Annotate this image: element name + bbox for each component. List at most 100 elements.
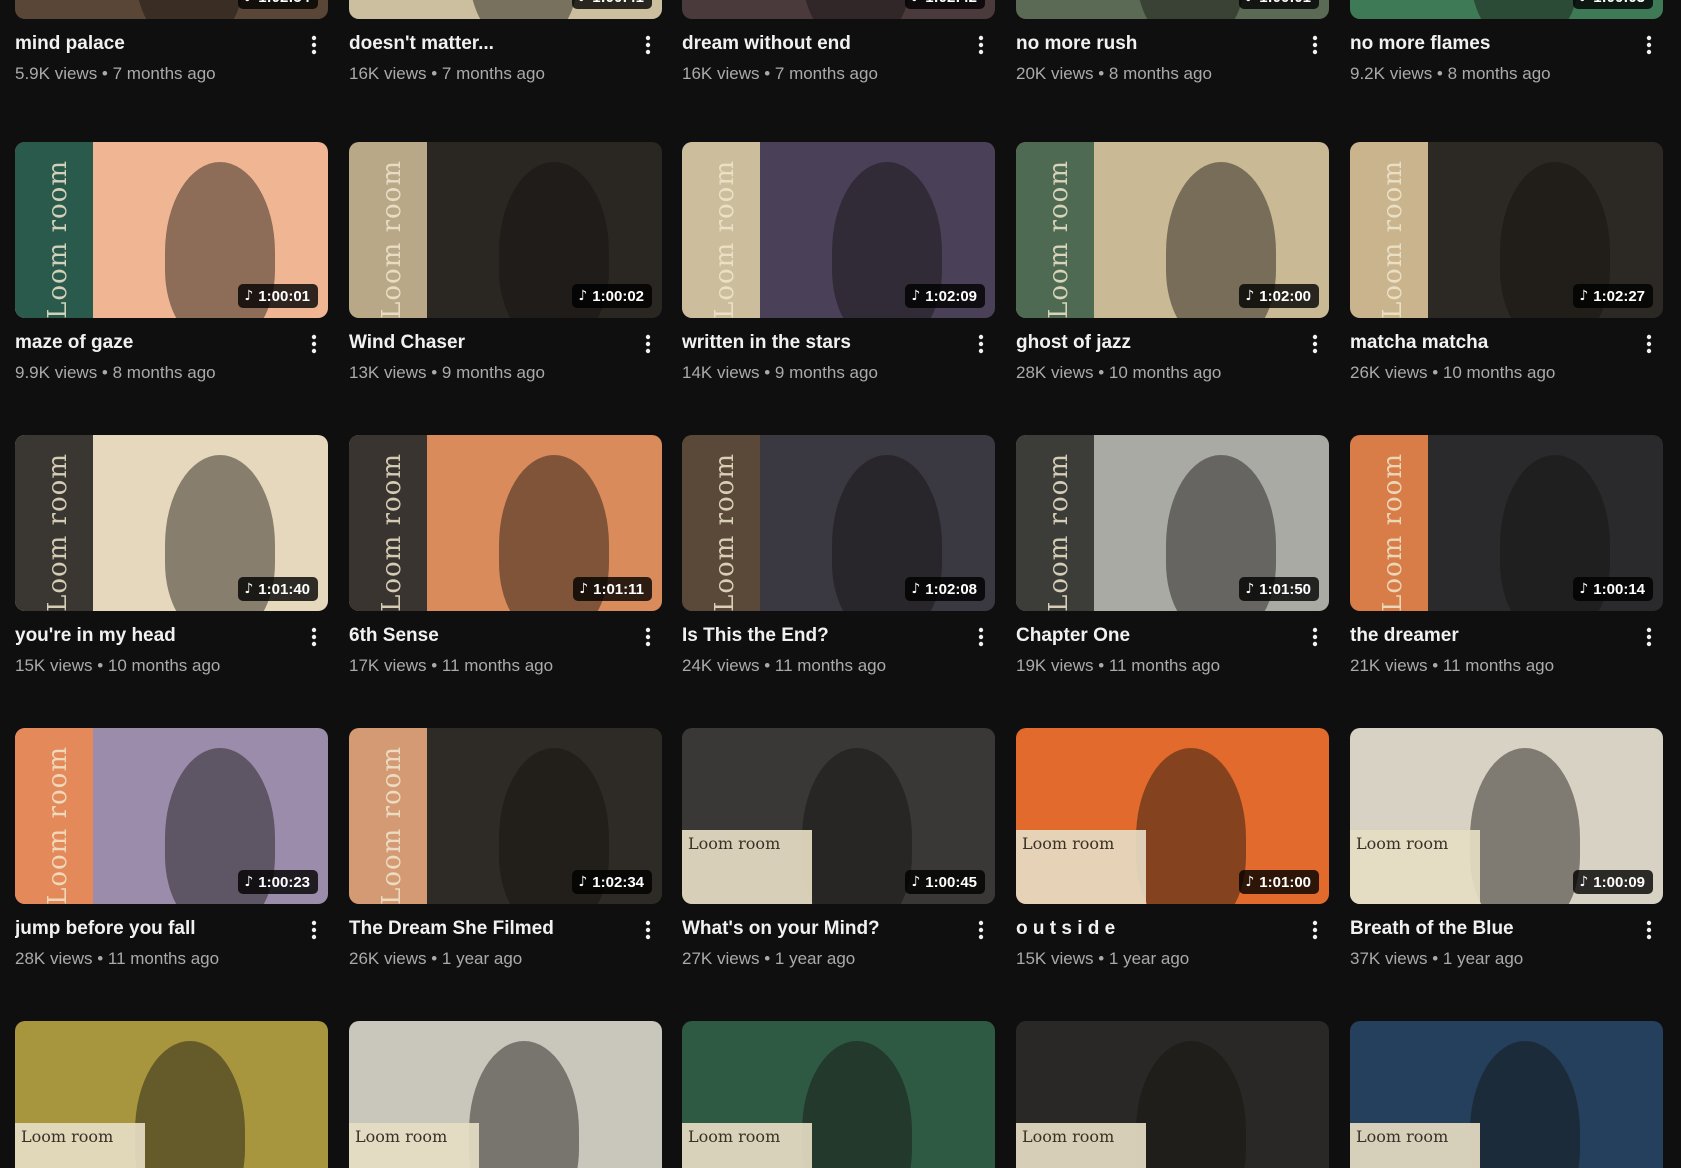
video-thumbnail[interactable]: Loom room ♪ 1:01:40 (15, 435, 328, 611)
duration-text: 1:00:41 (592, 0, 644, 6)
video-thumbnail[interactable]: Loom room ♪ 1:00:02 (349, 142, 662, 318)
more-vert-icon[interactable] (302, 33, 326, 57)
video-details: Chapter One 19K views • 11 months ago (1016, 611, 1329, 677)
more-vert-icon[interactable] (636, 332, 660, 356)
duration-text: 1:01:40 (258, 580, 310, 598)
video-title[interactable]: doesn't matter... (349, 31, 626, 57)
thumbnail-artwork: Loom room (1016, 1021, 1329, 1168)
more-vert-icon[interactable] (969, 332, 993, 356)
more-vert-icon[interactable] (969, 625, 993, 649)
video-thumbnail[interactable]: Loom room ♪ 1:01:11 (349, 435, 662, 611)
video-thumbnail[interactable]: Loom room ♪ 1:02:34 (349, 728, 662, 904)
music-note-icon: ♪ (244, 874, 254, 890)
video-thumbnail[interactable]: Loom room ♪ 1:00:14 (1350, 435, 1663, 611)
thumbnail-artwork: Loom room (1350, 1021, 1663, 1168)
view-count: 24K views (682, 656, 760, 675)
video-thumbnail[interactable]: Loom room ♪ 1:02:09 (682, 142, 995, 318)
video-thumbnail[interactable]: Loom room (1016, 1021, 1329, 1168)
video-card: Loom room ♪ 1:00:23 jump before you fall 28K… (15, 728, 328, 970)
more-vert-icon[interactable] (1303, 625, 1327, 649)
music-note-icon: ♪ (578, 288, 588, 304)
video-thumbnail[interactable]: Loom room ♪ 1:02:08 (682, 435, 995, 611)
video-card: ♪ 1:02:54 mind palace 5.9K views • 7 months… (15, 0, 328, 85)
more-vert-icon[interactable] (302, 332, 326, 356)
thumbnail-spine: Loom room (15, 435, 93, 611)
video-stats: 16K views • 7 months ago (682, 63, 995, 85)
video-title[interactable]: What's on your Mind? (682, 916, 959, 942)
more-vert-icon[interactable] (1637, 33, 1661, 57)
video-title[interactable]: maze of gaze (15, 330, 292, 356)
video-title[interactable]: The Dream She Filmed (349, 916, 626, 942)
video-thumbnail[interactable]: Loom room (349, 1021, 662, 1168)
spine-brand-text: Loom room (377, 746, 407, 904)
video-thumbnail[interactable]: Loom room ♪ 1:01:00 (1016, 728, 1329, 904)
video-thumbnail[interactable]: Loom room ♪ 1:00:45 (682, 728, 995, 904)
video-card: ♪ 1:02:42 dream without end 16K views • 7 m… (682, 0, 995, 85)
more-vert-icon[interactable] (1637, 918, 1661, 942)
video-title[interactable]: mind palace (15, 31, 292, 57)
more-vert-icon[interactable] (302, 625, 326, 649)
video-details: maze of gaze 9.9K views • 8 months ago (15, 318, 328, 384)
brand-label-text: Loom room (355, 1127, 448, 1146)
video-thumbnail[interactable]: Loom room (15, 1021, 328, 1168)
video-title[interactable]: no more flames (1350, 31, 1627, 57)
video-thumbnail[interactable]: ♪ 1:00:41 (349, 0, 662, 19)
duration-badge: ♪ 1:01:40 (238, 577, 318, 601)
video-thumbnail[interactable]: Loom room ♪ 1:00:09 (1350, 728, 1663, 904)
video-title[interactable]: Chapter One (1016, 623, 1293, 649)
video-title[interactable]: Is This the End? (682, 623, 959, 649)
video-thumbnail[interactable]: ♪ 1:00:03 (1350, 0, 1663, 19)
spine-brand-text: Loom room (710, 453, 740, 611)
brand-label-text: Loom room (21, 1127, 114, 1146)
duration-badge: ♪ 1:02:09 (905, 284, 985, 308)
duration-text: 1:00:09 (1593, 873, 1645, 891)
more-vert-icon[interactable] (969, 918, 993, 942)
video-card: Loom room (1016, 1021, 1329, 1168)
video-card: ♪ 1:00:41 doesn't matter... 16K views • 7 m… (349, 0, 662, 85)
video-details: jump before you fall 28K views • 11 month… (15, 904, 328, 970)
more-vert-icon[interactable] (1303, 33, 1327, 57)
video-title[interactable]: Breath of the Blue (1350, 916, 1627, 942)
more-vert-icon[interactable] (636, 625, 660, 649)
video-stats: 17K views • 11 months ago (349, 655, 662, 677)
video-title[interactable]: dream without end (682, 31, 959, 57)
video-thumbnail[interactable]: Loom room ♪ 1:00:23 (15, 728, 328, 904)
upload-age: 11 months ago (441, 656, 554, 675)
more-vert-icon[interactable] (1303, 332, 1327, 356)
video-title[interactable]: jump before you fall (15, 916, 292, 942)
video-details: 6th Sense 17K views • 11 months ago (349, 611, 662, 677)
video-thumbnail[interactable]: ♪ 1:02:42 (682, 0, 995, 19)
video-thumbnail[interactable]: Loom room (682, 1021, 995, 1168)
duration-text: 1:01:11 (593, 580, 644, 598)
video-thumbnail[interactable]: Loom room (1350, 1021, 1663, 1168)
video-title[interactable]: no more rush (1016, 31, 1293, 57)
video-thumbnail[interactable]: Loom room ♪ 1:01:50 (1016, 435, 1329, 611)
more-vert-icon[interactable] (1637, 625, 1661, 649)
brand-label-text: Loom room (688, 834, 781, 853)
video-title[interactable]: you're in my head (15, 623, 292, 649)
video-title[interactable]: Wind Chaser (349, 330, 626, 356)
more-vert-icon[interactable] (302, 918, 326, 942)
more-vert-icon[interactable] (1637, 332, 1661, 356)
video-title[interactable]: o u t s i d e (1016, 916, 1293, 942)
video-title[interactable]: ghost of jazz (1016, 330, 1293, 356)
more-vert-icon[interactable] (1303, 918, 1327, 942)
video-title[interactable]: matcha matcha (1350, 330, 1627, 356)
more-vert-icon[interactable] (636, 918, 660, 942)
more-vert-icon[interactable] (636, 33, 660, 57)
video-title[interactable]: the dreamer (1350, 623, 1627, 649)
illustrated-figure (469, 1041, 579, 1168)
video-thumbnail[interactable]: Loom room ♪ 1:02:00 (1016, 142, 1329, 318)
video-thumbnail[interactable]: Loom room ♪ 1:02:27 (1350, 142, 1663, 318)
separator-dot: • (759, 64, 775, 83)
video-thumbnail[interactable]: ♪ 1:02:54 (15, 0, 328, 19)
more-vert-icon[interactable] (969, 33, 993, 57)
duration-text: 1:02:08 (925, 580, 977, 598)
video-card: Loom room ♪ 1:02:00 ghost of jazz 28K views … (1016, 142, 1329, 384)
video-card: Loom room ♪ 1:01:40 you're in my head 15K vi… (15, 435, 328, 677)
separator-dot: • (1432, 64, 1448, 83)
video-title[interactable]: 6th Sense (349, 623, 626, 649)
video-title[interactable]: written in the stars (682, 330, 959, 356)
video-thumbnail[interactable]: Loom room ♪ 1:00:01 (15, 142, 328, 318)
video-thumbnail[interactable]: ♪ 1:00:01 (1016, 0, 1329, 19)
